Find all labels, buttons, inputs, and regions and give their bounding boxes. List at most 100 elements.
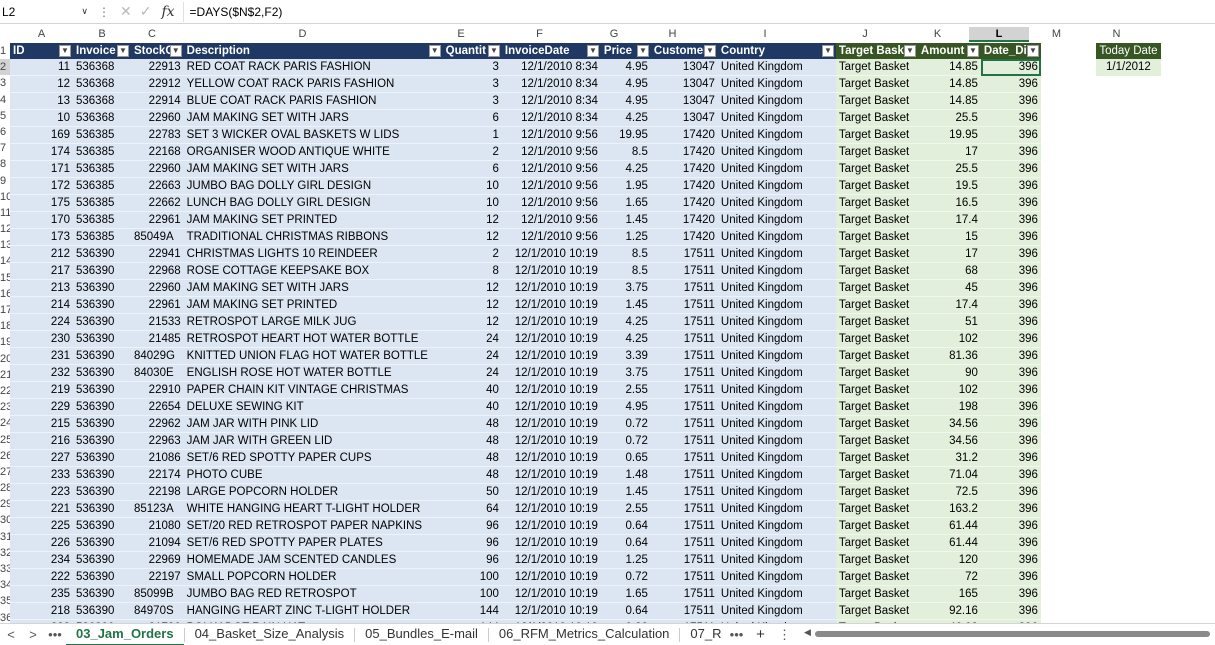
cell-date-diff[interactable]: 396 (980, 432, 1041, 451)
cell-id[interactable]: 233 (10, 466, 73, 485)
cell-country[interactable]: United Kingdom (717, 517, 836, 536)
cell-stockcode[interactable]: 22960 (131, 279, 184, 298)
row-header[interactable]: 29 (0, 496, 10, 512)
cell-stockcode[interactable]: 21533 (131, 313, 184, 332)
today-date-label[interactable]: Today Date (1095, 43, 1161, 60)
cell-price[interactable]: 1.45 (600, 296, 651, 315)
cell-id[interactable]: 226 (10, 534, 73, 553)
cell-customer[interactable]: 17511 (650, 483, 718, 502)
cell-target-basket[interactable]: Target Basket (835, 75, 918, 94)
cell-stockcode[interactable]: 22968 (131, 262, 184, 281)
cell-target-basket[interactable]: Target Basket (835, 466, 918, 485)
cell-stockcode[interactable]: 21080 (131, 517, 184, 536)
filter-dropdown-icon[interactable]: ▼ (903, 45, 916, 57)
cell-id[interactable]: 11 (10, 59, 73, 77)
cell-price[interactable]: 0.72 (600, 568, 651, 587)
empty-cell[interactable] (1040, 483, 1096, 501)
name-box[interactable]: L2 ∨ (0, 2, 92, 22)
empty-cell[interactable] (1095, 602, 1161, 620)
empty-cell[interactable] (1040, 432, 1096, 450)
cell-stockcode[interactable]: 85123A (131, 500, 184, 519)
row-header[interactable]: 26 (0, 448, 10, 464)
cell-quantity[interactable]: 1 (442, 126, 502, 145)
cell-country[interactable]: United Kingdom (717, 432, 836, 451)
empty-cell[interactable] (1040, 364, 1096, 382)
column-header-k[interactable]: K (906, 27, 969, 42)
empty-cell[interactable] (1095, 585, 1161, 603)
cell-price[interactable]: 4.25 (600, 160, 651, 179)
cell-date-diff[interactable]: 396 (980, 126, 1041, 145)
cell-description[interactable]: JUMBO BAG DOLLY GIRL DESIGN (183, 177, 443, 196)
cell-id[interactable]: 223 (10, 483, 73, 502)
cell-country[interactable]: United Kingdom (717, 551, 836, 570)
cell-description[interactable]: RED COAT RACK PARIS FASHION (183, 59, 443, 77)
cell-amount[interactable]: 72.5 (917, 483, 981, 502)
cell-price[interactable]: 1.95 (600, 177, 651, 196)
column-header-b[interactable]: B (73, 27, 131, 42)
cell-invoicedate[interactable]: 12/1/2010 10:19 (501, 500, 601, 519)
cell-amount[interactable]: 34.56 (917, 432, 981, 451)
cell-date-diff[interactable]: 396 (980, 500, 1041, 519)
row-header[interactable]: 7 (0, 140, 10, 156)
cell-description[interactable]: HANGING HEART ZINC T-LIGHT HOLDER (183, 602, 443, 621)
cell-invoice[interactable]: 536385 (73, 228, 131, 247)
cell-customer[interactable]: 17511 (650, 364, 718, 383)
row-header[interactable]: 20 (0, 351, 10, 367)
cell-country[interactable]: United Kingdom (717, 500, 836, 519)
cell-amount[interactable]: 19.95 (917, 126, 981, 145)
cell-customer[interactable]: 17511 (650, 279, 718, 298)
cell-customer[interactable]: 17420 (650, 160, 718, 179)
cell-customer[interactable]: 13047 (650, 59, 718, 77)
cell-stockcode[interactable]: 22961 (131, 211, 184, 230)
cell-customer[interactable]: 17511 (650, 381, 718, 400)
empty-cell[interactable] (1040, 585, 1096, 603)
cell-description[interactable]: SET/6 RED SPOTTY PAPER CUPS (183, 449, 443, 468)
cell-stockcode[interactable]: 22198 (131, 483, 184, 502)
header-stockcode[interactable]: StockCo ▼ (131, 43, 184, 60)
cell-price[interactable]: 1.65 (600, 585, 651, 604)
cell-date-diff[interactable]: 396 (980, 279, 1041, 298)
empty-cell[interactable] (1040, 313, 1096, 331)
empty-cell[interactable] (1040, 296, 1096, 314)
cell-amount[interactable]: 31.2 (917, 449, 981, 468)
cell-invoice[interactable]: 536390 (73, 398, 131, 417)
cell-id[interactable]: 215 (10, 415, 73, 434)
sheet-options-icon[interactable]: ⋮ (774, 627, 796, 643)
cell-date-diff[interactable]: 396 (980, 517, 1041, 536)
empty-cell[interactable] (1095, 500, 1161, 518)
header-id[interactable]: ID ▼ (10, 43, 73, 60)
cell-date-diff[interactable]: 396 (980, 330, 1041, 349)
cell-quantity[interactable]: 12 (442, 296, 502, 315)
column-header-n[interactable]: N (1084, 27, 1149, 42)
cell-quantity[interactable]: 2 (442, 245, 502, 264)
cell-date-diff[interactable]: 396 (980, 483, 1041, 502)
cell-customer[interactable]: 17511 (650, 517, 718, 536)
cell-amount[interactable]: 15 (917, 228, 981, 247)
cell-quantity[interactable]: 6 (442, 160, 502, 179)
cell-quantity[interactable]: 100 (442, 585, 502, 604)
cell-target-basket[interactable]: Target Basket (835, 347, 918, 366)
cell-date-diff[interactable]: 396 (980, 466, 1041, 485)
cell-invoicedate[interactable]: 12/1/2010 10:19 (501, 432, 601, 451)
row-header[interactable]: 19 (0, 334, 10, 350)
filter-dropdown-icon[interactable]: ▼ (169, 45, 182, 57)
empty-cell[interactable] (1040, 59, 1096, 76)
cell-quantity[interactable]: 40 (442, 398, 502, 417)
cell-id[interactable]: 10 (10, 109, 73, 128)
cell-stockcode[interactable]: 22941 (131, 245, 184, 264)
cell-customer[interactable]: 17511 (650, 449, 718, 468)
header-customer[interactable]: Customer ▼ (650, 43, 718, 60)
cell-id[interactable]: 229 (10, 398, 73, 417)
cell-description[interactable]: KNITTED UNION FLAG HOT WATER BOTTLE (183, 347, 443, 366)
cell-invoice[interactable]: 536368 (73, 75, 131, 94)
cell-price[interactable]: 4.95 (600, 92, 651, 111)
header-description[interactable]: Description ▼ (183, 43, 443, 60)
cell-date-diff[interactable]: 396 (980, 415, 1041, 434)
cell-id[interactable]: 172 (10, 177, 73, 196)
cell-quantity[interactable]: 12 (442, 211, 502, 230)
cell-customer[interactable]: 17420 (650, 143, 718, 162)
cell-id[interactable]: 170 (10, 211, 73, 230)
row-header[interactable]: 15 (0, 270, 10, 286)
cell-id[interactable]: 213 (10, 279, 73, 298)
cell-invoice[interactable]: 536390 (73, 262, 131, 281)
